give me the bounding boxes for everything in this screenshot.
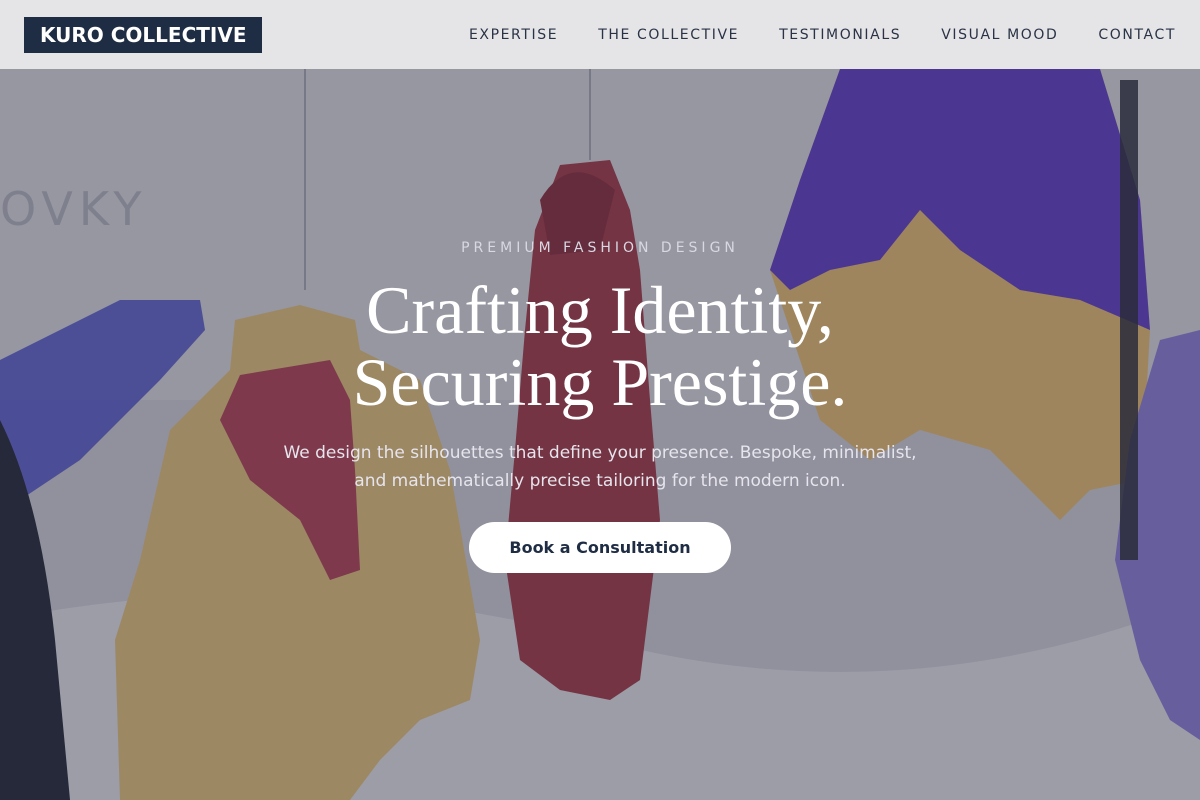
nav-link-expertise[interactable]: EXPERTISE: [469, 27, 558, 43]
nav-links: EXPERTISE THE COLLECTIVE TESTIMONIALS VI…: [469, 27, 1176, 43]
top-navbar: KURO COLLECTIVE EXPERTISE THE COLLECTIVE…: [0, 0, 1200, 69]
nav-link-visual-mood[interactable]: VISUAL MOOD: [941, 27, 1058, 43]
hero-headline: Crafting Identity, Securing Prestige.: [0, 274, 1200, 418]
brand-logo[interactable]: KURO COLLECTIVE: [24, 16, 263, 53]
hero-subtext: We design the silhouettes that define yo…: [0, 439, 1200, 495]
hero-subtext-line-2: and mathematically precise tailoring for…: [354, 471, 846, 491]
nav-link-testimonials[interactable]: TESTIMONIALS: [779, 27, 901, 43]
hero-headline-line-1: Crafting Identity,: [366, 272, 834, 348]
nav-link-the-collective[interactable]: THE COLLECTIVE: [598, 27, 739, 43]
nav-link-contact[interactable]: CONTACT: [1098, 27, 1176, 43]
hero-content: PREMIUM FASHION DESIGN Crafting Identity…: [0, 230, 1200, 573]
hero-eyebrow: PREMIUM FASHION DESIGN: [461, 240, 739, 256]
hero-subtext-line-1: We design the silhouettes that define yo…: [283, 443, 917, 463]
book-consultation-button[interactable]: Book a Consultation: [469, 522, 731, 573]
hero-headline-line-2: Securing Prestige.: [352, 344, 848, 420]
